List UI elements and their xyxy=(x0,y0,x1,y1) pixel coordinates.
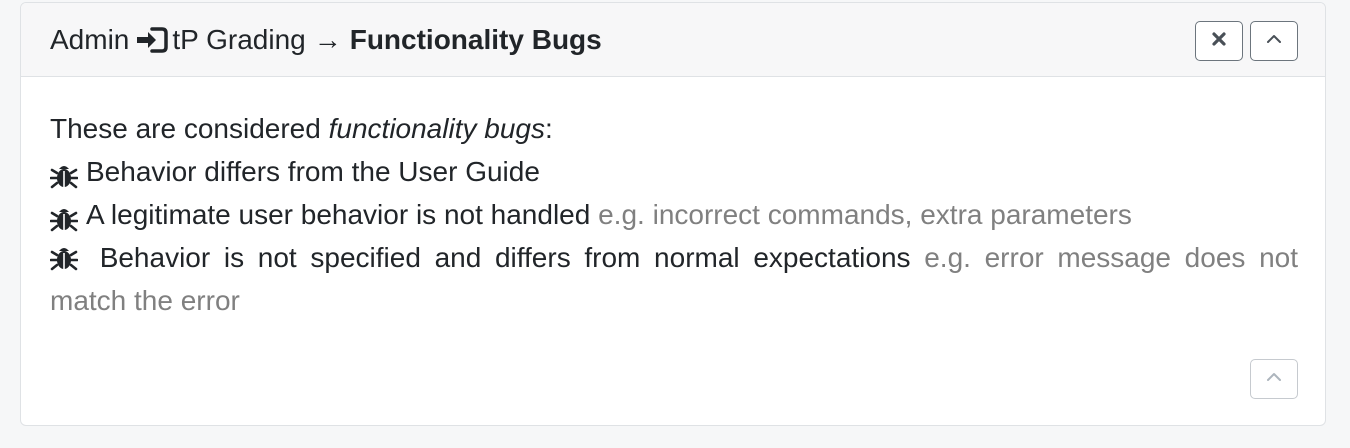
functionality-bugs-card: Admin tP Grading → Functionality Bugs Th… xyxy=(20,2,1326,426)
bug-icon xyxy=(49,158,79,188)
list-item: A legitimate user behavior is not handle… xyxy=(49,193,1298,236)
chevron-up-icon xyxy=(1265,32,1283,50)
bug-item-text: Behavior differs from the User Guide xyxy=(86,156,540,187)
breadcrumb-grading: tP Grading xyxy=(172,24,306,55)
sign-in-icon xyxy=(135,25,169,55)
times-icon xyxy=(1211,31,1227,52)
collapse-button[interactable] xyxy=(1250,21,1298,61)
bug-item-text: Behavior is not specified and differs fr… xyxy=(99,242,911,273)
close-button[interactable] xyxy=(1195,21,1243,61)
scroll-top-button[interactable] xyxy=(1250,359,1298,399)
list-item: Behavior differs from the User Guide xyxy=(49,150,1298,193)
bug-item-example: e.g. incorrect commands, extra parameter… xyxy=(598,199,1132,230)
card-body: These are considered functionality bugs … xyxy=(49,107,1298,322)
bug-item-text: A legitimate user behavior is not handle… xyxy=(86,199,591,230)
intro-suffix: : xyxy=(544,113,553,144)
breadcrumb-admin: Admin xyxy=(50,24,130,55)
bug-icon xyxy=(49,201,79,231)
page-title: Admin tP Grading → Functionality Bugs xyxy=(50,23,602,57)
card-header: Admin tP Grading → Functionality Bugs xyxy=(21,3,1325,77)
intro-emphasis: functionality bugs xyxy=(328,113,545,144)
breadcrumb-arrow: → xyxy=(313,24,342,55)
bug-icon xyxy=(49,240,79,271)
list-item: Behavior is not specified and differs fr… xyxy=(49,236,1298,322)
chevron-up-icon xyxy=(1265,370,1283,388)
section-title: Functionality Bugs xyxy=(349,24,602,55)
intro-line: These are considered functionality bugs … xyxy=(50,107,1298,150)
intro-prefix: These are considered xyxy=(50,113,329,144)
